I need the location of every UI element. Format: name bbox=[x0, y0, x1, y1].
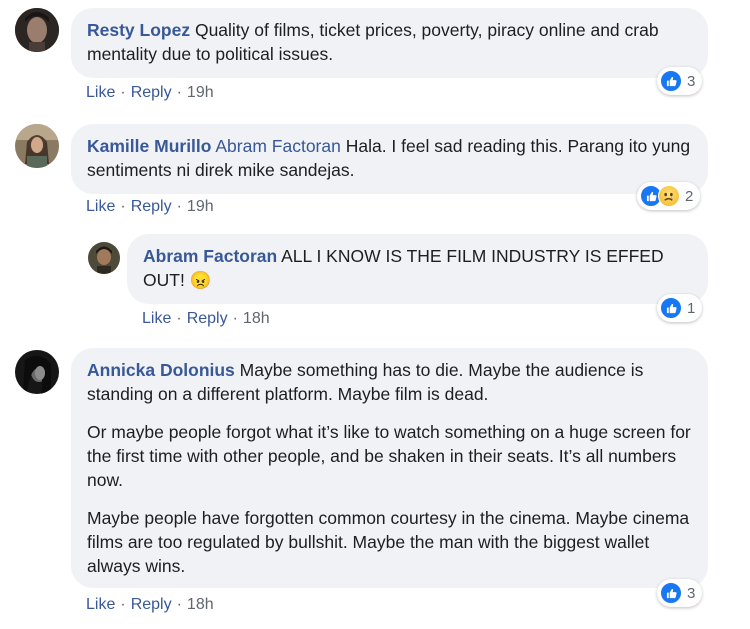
comment-paragraph: Annicka Dolonius Maybe something has to … bbox=[87, 358, 692, 406]
comment-author[interactable]: Resty Lopez bbox=[87, 20, 190, 40]
comment-actions: Like · Reply · 18h bbox=[142, 310, 270, 328]
like-icon bbox=[660, 582, 682, 604]
reply-link[interactable]: Reply bbox=[187, 310, 228, 327]
like-link[interactable]: Like bbox=[86, 84, 115, 101]
comment-bubble: Kamille Murillo Abram Factoran Hala. I f… bbox=[71, 124, 708, 194]
avatar[interactable] bbox=[15, 124, 59, 168]
comment-author[interactable]: Annicka Dolonius bbox=[87, 360, 235, 380]
mention-link[interactable]: Abram Factoran bbox=[215, 136, 340, 156]
reply-link[interactable]: Reply bbox=[131, 84, 172, 101]
reaction-summary[interactable]: 3 bbox=[657, 67, 703, 95]
reaction-count: 3 bbox=[687, 584, 696, 602]
comment-actions: Like · Reply · 19h bbox=[86, 84, 214, 102]
timestamp[interactable]: 18h bbox=[187, 596, 214, 613]
like-link[interactable]: Like bbox=[86, 198, 115, 215]
separator: · bbox=[120, 198, 126, 215]
comment-bubble: Abram Factoran ALL I KNOW IS THE FILM IN… bbox=[127, 234, 708, 304]
avatar[interactable] bbox=[15, 8, 59, 52]
separator: · bbox=[176, 198, 182, 215]
separator: · bbox=[232, 310, 238, 327]
comment-paragraph: Maybe people have forgotten common court… bbox=[87, 508, 690, 576]
like-icon bbox=[660, 70, 682, 92]
timestamp[interactable]: 18h bbox=[243, 310, 270, 327]
separator: · bbox=[176, 84, 182, 101]
comment-bubble: Resty Lopez Quality of films, ticket pri… bbox=[71, 8, 708, 78]
comment-actions: Like · Reply · 18h bbox=[86, 596, 214, 614]
avatar[interactable] bbox=[88, 242, 120, 274]
timestamp[interactable]: 19h bbox=[187, 198, 214, 215]
comment-paragraph: Or maybe people forgot what it’s like to… bbox=[87, 422, 691, 490]
like-link[interactable]: Like bbox=[142, 310, 171, 327]
like-link[interactable]: Like bbox=[86, 596, 115, 613]
comment-author[interactable]: Abram Factoran bbox=[143, 246, 277, 266]
reaction-summary[interactable]: 2 bbox=[637, 182, 701, 210]
avatar[interactable] bbox=[15, 350, 59, 394]
like-icon bbox=[660, 297, 682, 319]
timestamp[interactable]: 19h bbox=[187, 84, 214, 101]
reaction-count: 1 bbox=[687, 299, 696, 317]
separator: · bbox=[120, 84, 126, 101]
reaction-summary[interactable]: 1 bbox=[657, 294, 703, 322]
reply-link[interactable]: Reply bbox=[131, 198, 172, 215]
reply-link[interactable]: Reply bbox=[131, 596, 172, 613]
separator: · bbox=[176, 310, 182, 327]
separator: · bbox=[120, 596, 126, 613]
reaction-count: 3 bbox=[687, 72, 696, 90]
reaction-count: 2 bbox=[685, 187, 694, 205]
comment-author[interactable]: Kamille Murillo bbox=[87, 136, 211, 156]
comment-bubble: Annicka Dolonius Maybe something has to … bbox=[71, 348, 708, 588]
sad-icon bbox=[658, 185, 680, 207]
separator: · bbox=[176, 596, 182, 613]
comment-actions: Like · Reply · 19h bbox=[86, 198, 214, 216]
reaction-summary[interactable]: 3 bbox=[657, 579, 703, 607]
